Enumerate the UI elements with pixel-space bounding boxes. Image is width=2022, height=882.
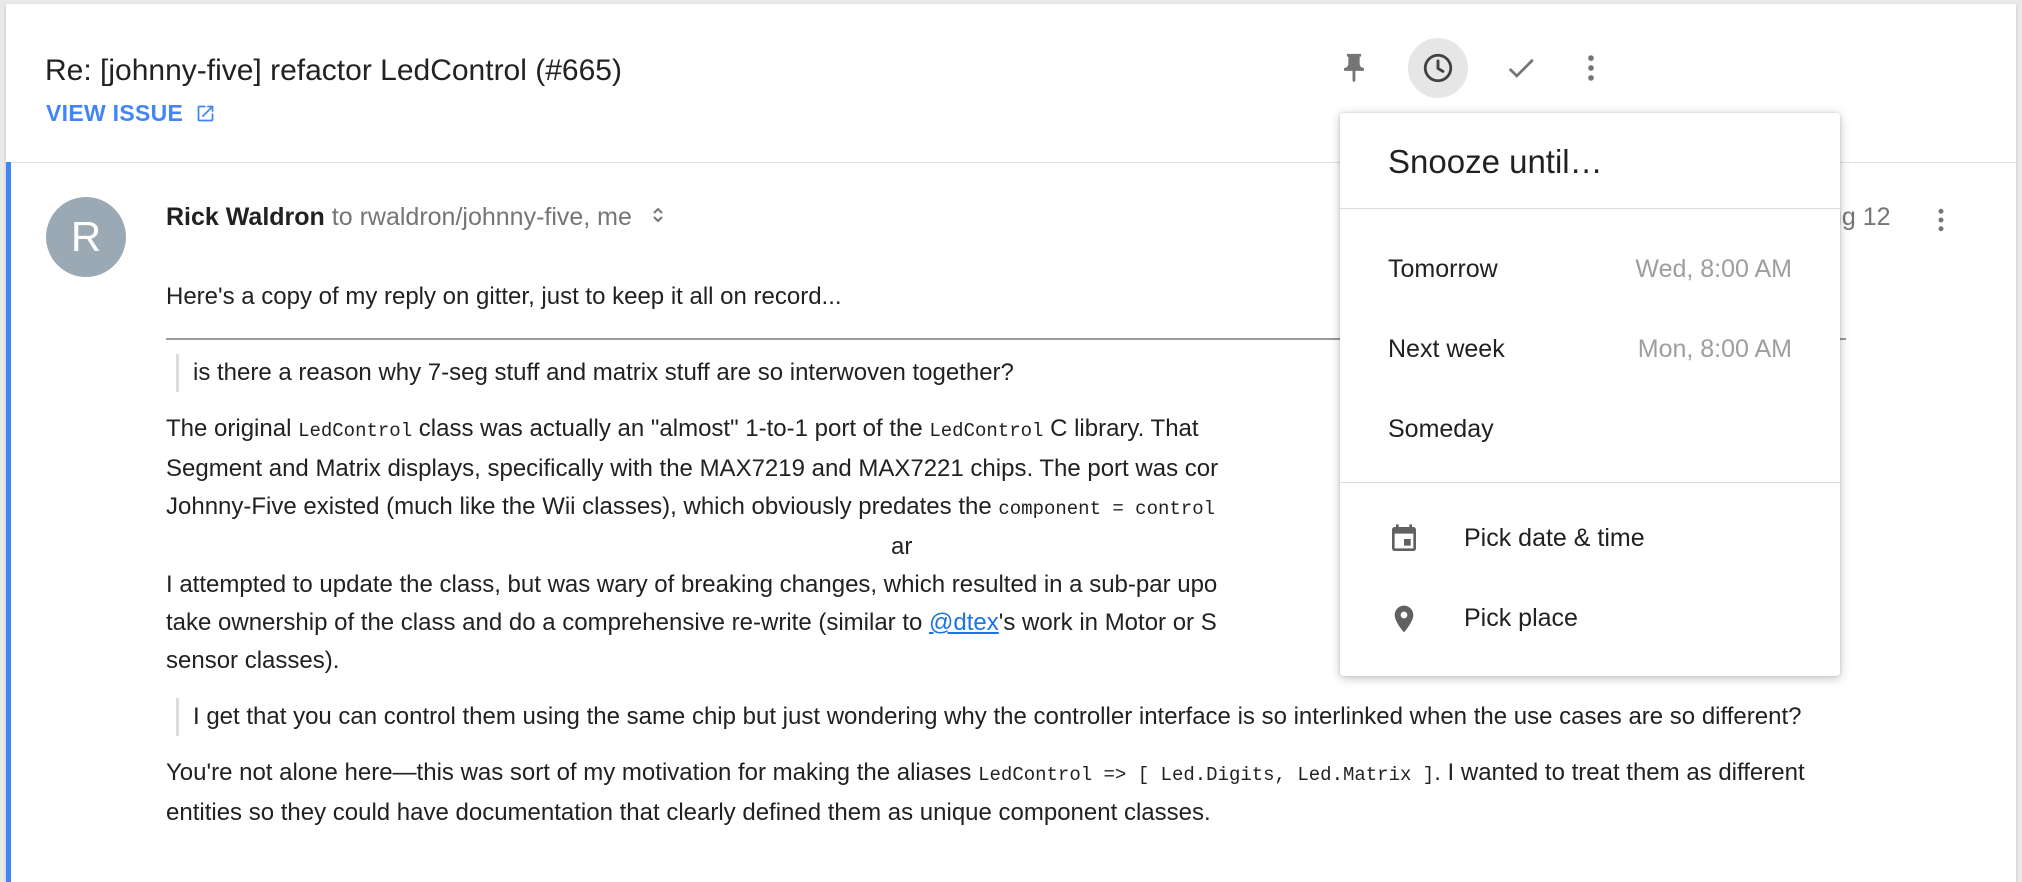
page-title: Re: [johnny-five] refactor LedControl (#… — [45, 54, 622, 87]
place-pin-icon — [1394, 605, 1414, 633]
open-in-new-icon — [197, 105, 214, 122]
more-vert-icon — [1938, 208, 1944, 232]
mention-link[interactable]: @dtex — [929, 609, 999, 636]
option-label: Pick place — [1464, 604, 1578, 632]
option-label: Pick date & time — [1464, 524, 1645, 552]
message-more-button[interactable] — [1926, 200, 1956, 240]
more-options-button[interactable] — [1566, 38, 1616, 98]
option-label: Tomorrow — [1388, 255, 1498, 283]
option-time: Mon, 8:00 AM — [1637, 335, 1792, 363]
view-issue-label: VIEW ISSUE — [46, 100, 184, 126]
inline-code: component = control — [998, 498, 1215, 520]
sender-line: Rick Waldron to rwaldron/johnny-five, me — [166, 203, 665, 233]
snooze-option-someday[interactable]: Someday — [1340, 401, 1840, 461]
inline-code: LedControl — [929, 420, 1044, 442]
snooze-menu: Snooze until… Tomorrow Wed, 8:00 AM Next… — [1340, 113, 1840, 676]
option-label: Next week — [1388, 335, 1505, 363]
calendar-icon — [1392, 524, 1416, 551]
divider — [1340, 482, 1840, 483]
pin-button[interactable] — [1324, 38, 1384, 98]
divider — [1340, 208, 1840, 209]
avatar[interactable]: R — [46, 197, 126, 277]
paragraph: You're not alone here—this was sort of m… — [166, 759, 1805, 826]
recipients: to rwaldron/johnny-five, me — [331, 203, 632, 231]
option-time: Wed, 8:00 AM — [1635, 255, 1792, 283]
email-card: Re: [johnny-five] refactor LedControl (#… — [6, 4, 2016, 882]
snooze-option-next-week[interactable]: Next week Mon, 8:00 AM — [1340, 321, 1840, 381]
pick-date-time-option[interactable]: Pick date & time — [1340, 509, 1840, 569]
sender-name[interactable]: Rick Waldron — [166, 203, 325, 231]
pick-place-option[interactable]: Pick place — [1340, 589, 1840, 649]
pin-icon — [1344, 53, 1364, 83]
view-issue-link[interactable]: VIEW ISSUE — [46, 100, 216, 127]
expand-recipients-icon[interactable] — [651, 204, 665, 233]
clock-icon — [1423, 53, 1453, 83]
inline-code: LedControl => [ Led.Digits, Led.Matrix ] — [978, 764, 1435, 786]
check-icon — [1508, 58, 1534, 78]
inline-code: LedControl — [298, 420, 413, 442]
more-vert-icon — [1588, 55, 1594, 81]
thread-indicator — [6, 162, 11, 882]
snooze-button[interactable] — [1408, 38, 1468, 98]
option-label: Someday — [1388, 415, 1494, 443]
blockquote: I get that you can control them using th… — [176, 698, 1856, 736]
snooze-menu-title: Snooze until… — [1388, 143, 1603, 180]
done-button[interactable] — [1491, 38, 1551, 98]
snooze-option-tomorrow[interactable]: Tomorrow Wed, 8:00 AM — [1340, 241, 1840, 301]
